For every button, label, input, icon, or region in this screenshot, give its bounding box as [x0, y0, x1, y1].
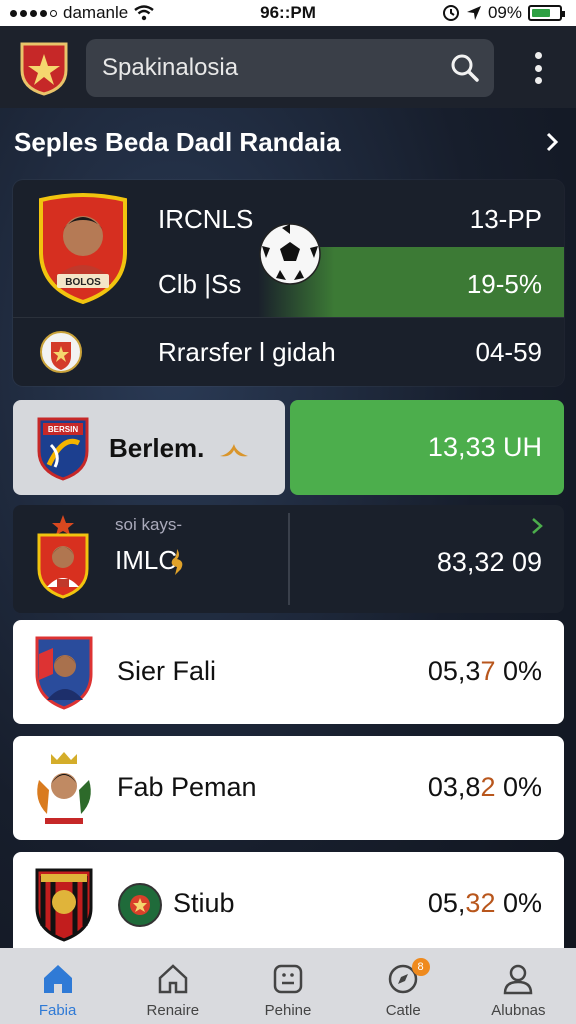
- wifi-icon: [134, 5, 154, 21]
- player-value: 05,32 0%: [427, 888, 542, 918]
- stat-value: 19-5%: [466, 269, 542, 299]
- player-crest-icon: [37, 752, 91, 824]
- club-crest-icon: BERSIN: [37, 417, 89, 481]
- nav-label: Renaire: [146, 1002, 200, 1019]
- nav-label: Alubnas: [491, 1002, 546, 1019]
- transfer-subtitle: soi kays-: [115, 515, 183, 534]
- nav-label: Catle: [385, 1002, 421, 1019]
- flame-icon: [220, 444, 248, 457]
- player-name: Fab Peman: [117, 772, 257, 802]
- user-icon: [504, 964, 533, 995]
- player-name: Sier Fali: [117, 656, 217, 686]
- battery-percent: 09%: [487, 3, 522, 22]
- chevron-right-icon[interactable]: [542, 130, 562, 154]
- nav-alubnas[interactable]: Alubnas: [461, 948, 576, 1024]
- divider: [13, 317, 564, 318]
- club-crest-icon: [35, 868, 93, 942]
- location-icon: [466, 6, 481, 20]
- transfer-row[interactable]: soi kays- IMLC 83,32 09: [13, 505, 564, 613]
- more-menu-icon[interactable]: [528, 52, 548, 84]
- player-row[interactable]: Stiub 05,32 0%: [13, 852, 564, 948]
- nav-label: Fabia: [38, 1002, 77, 1019]
- nav-catle[interactable]: 8 Catle: [346, 948, 461, 1024]
- stat-value: 13-PP: [469, 204, 542, 234]
- flame-icon: [171, 549, 183, 575]
- status-bar: damanle 96::PM 09%: [0, 0, 576, 26]
- crest-text: BERSIN: [48, 425, 78, 434]
- club-badge-icon: [40, 331, 82, 373]
- app-bar: Spakinalosia: [0, 26, 576, 108]
- stat-value: 04-59: [475, 337, 543, 367]
- player-row[interactable]: Sier Fali 05,37 0%: [13, 620, 564, 724]
- transfer-value: 83,32 09: [436, 547, 542, 577]
- search-icon[interactable]: [450, 53, 480, 83]
- section-title: Seples Beda Dadl Randaia: [14, 126, 341, 157]
- search-input[interactable]: Spakinalosia: [102, 54, 238, 82]
- shield-text: BOLOS: [65, 277, 101, 288]
- section-header[interactable]: Seples Beda Dadl Randaia: [14, 122, 562, 162]
- house-outline-icon: [158, 964, 188, 994]
- club-card[interactable]: BERSIN Berlem.: [13, 400, 285, 495]
- nav-home[interactable]: Fabia: [0, 948, 115, 1024]
- player-shield-badge: [37, 515, 89, 599]
- nav-pehine[interactable]: Pehine: [230, 948, 345, 1024]
- featured-stats-card[interactable]: BOLOS IRCNLS 13-PP Clb |Ss 19-5% Rrarsfe…: [13, 180, 564, 386]
- grid-icon: [273, 964, 303, 994]
- player-value: 03,82 0%: [427, 772, 542, 802]
- player-shield-badge: BOLOS: [39, 193, 127, 304]
- club-value-card[interactable]: 13,33 UH: [290, 400, 564, 495]
- football-icon: [259, 223, 321, 285]
- column-divider: [288, 513, 290, 605]
- notification-badge: 8: [411, 958, 430, 976]
- player-crest-icon: [35, 636, 93, 710]
- battery-icon: [528, 5, 565, 21]
- club-name: Berlem.: [109, 433, 205, 463]
- home-icon: [43, 965, 72, 993]
- bottom-navigation: Fabia Renaire Pehine 8 Catle Alubnas: [0, 948, 576, 1024]
- nav-renaire[interactable]: Renaire: [115, 948, 230, 1024]
- player-name: Stiub: [173, 888, 235, 918]
- club-value: 13,33 UH: [427, 432, 542, 462]
- carrier-name: damanle: [63, 3, 129, 22]
- stat-label: IRCNLS: [158, 204, 254, 234]
- player-row[interactable]: Fab Peman 03,82 0%: [13, 736, 564, 840]
- search-field[interactable]: Spakinalosia: [86, 39, 494, 97]
- chevron-right-icon[interactable]: [530, 517, 544, 535]
- club-logo[interactable]: [18, 40, 70, 96]
- stat-label: Clb |Ss: [158, 269, 242, 299]
- signal-icon: [10, 9, 57, 17]
- player-value: 05,37 0%: [427, 656, 542, 686]
- stat-label: Rrarsfer l gidah: [158, 337, 336, 367]
- club-mini-badge-icon: [118, 883, 162, 927]
- nav-label: Pehine: [264, 1002, 312, 1019]
- alarm-icon: [442, 5, 459, 21]
